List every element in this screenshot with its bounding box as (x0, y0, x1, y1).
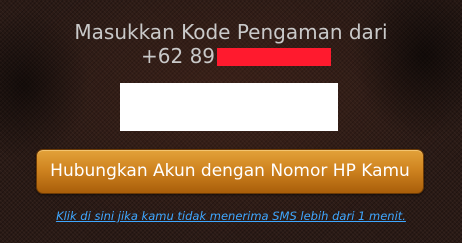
connect-account-button[interactable]: Hubungkan Akun dengan Nomor HP Kamu (36, 149, 424, 194)
security-code-input[interactable] (120, 83, 338, 131)
verification-title: Masukkan Kode Pengaman dari (74, 20, 388, 44)
phone-redaction-block (217, 48, 332, 66)
resend-sms-link[interactable]: Klik di sini jika kamu tidak menerima SM… (0, 209, 462, 223)
phone-prefix: +62 89 (141, 44, 216, 68)
phone-number-line: +62 89 (141, 44, 332, 68)
